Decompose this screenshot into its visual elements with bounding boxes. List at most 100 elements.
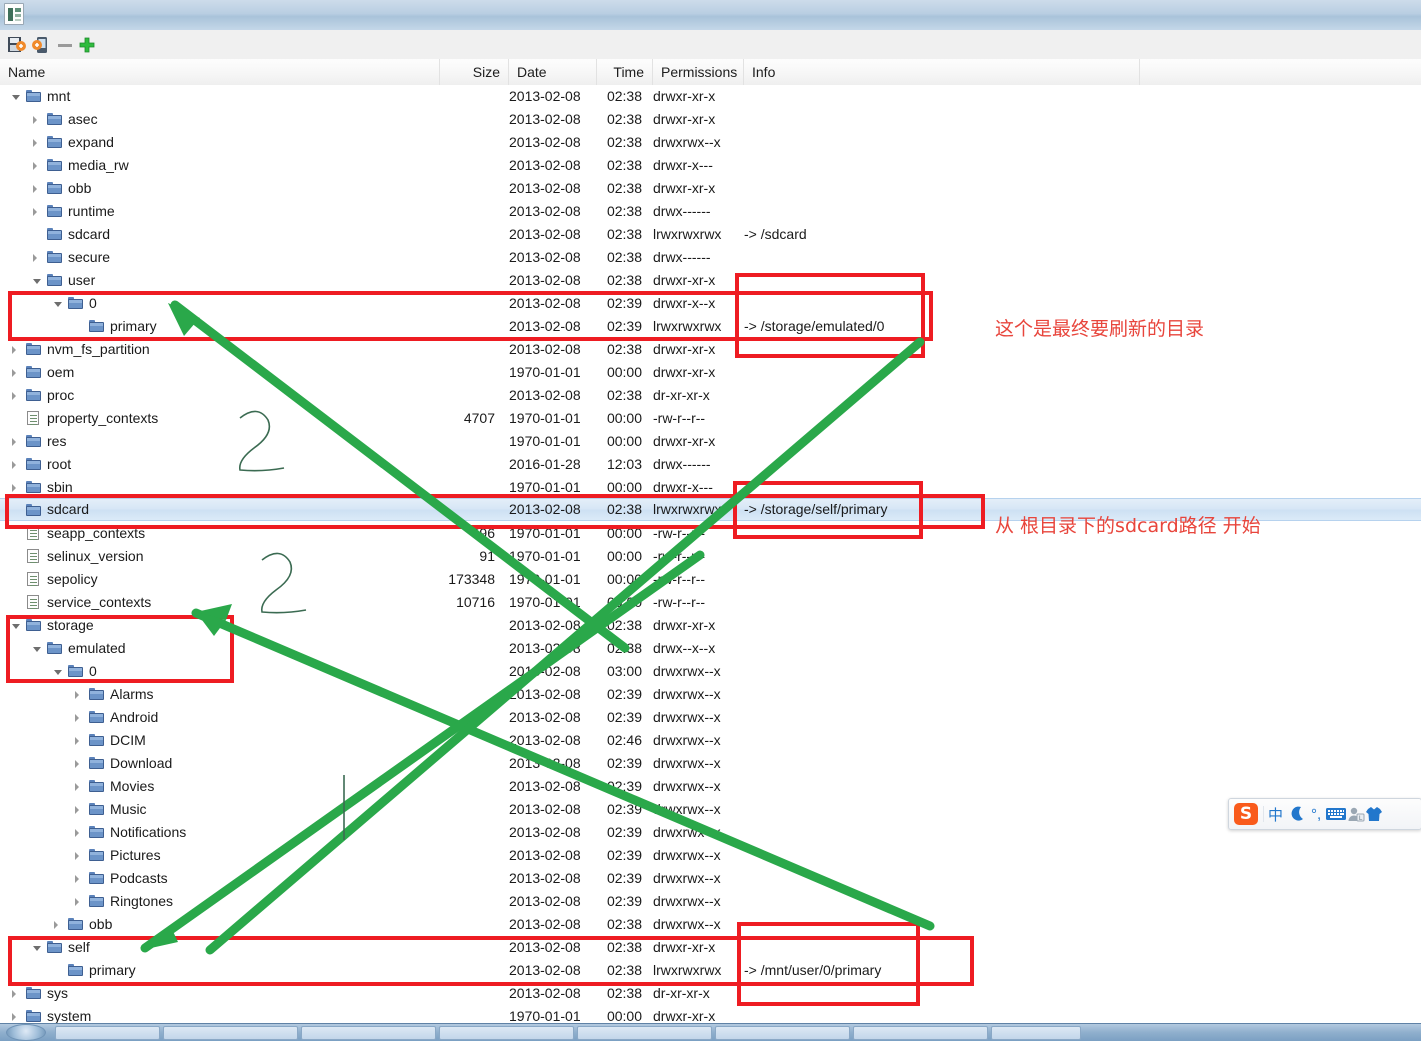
push-to-device-icon[interactable] [30,34,52,56]
taskbar-item[interactable] [853,1026,988,1040]
chevron-down-icon[interactable] [54,670,62,675]
taskbar-item[interactable] [55,1026,160,1040]
file-tree-list[interactable]: mnt 2013-02-08 02:38 drwxr-xr-x asec 2013-02-… [0,85,1421,1024]
row-name-cell[interactable]: obb [0,913,440,936]
row-name-cell[interactable]: sdcard [0,499,440,520]
sogou-input-method-bar[interactable]: S 中 °, L [1228,798,1421,830]
skin-icon[interactable] [1365,799,1383,829]
row-name-cell[interactable]: sdcard [0,223,440,246]
column-header-info[interactable]: Info [744,59,1140,85]
keyboard-icon[interactable] [1325,799,1347,829]
column-header-permissions[interactable]: Permissions [653,59,744,85]
row-name-cell[interactable]: DCIM [0,729,440,752]
table-row[interactable]: Podcasts 2013-02-08 02:39 drwxrwx--x [0,867,1421,890]
row-name-cell[interactable]: Podcasts [0,867,440,890]
row-name-cell[interactable]: seapp_contexts [0,522,440,545]
table-row[interactable]: sdcard 2013-02-08 02:38 lrwxrwxrwx -> /sdcar… [0,223,1421,246]
table-row[interactable]: runtime 2013-02-08 02:38 drwx------ [0,200,1421,223]
row-name-cell[interactable]: nvm_fs_partition [0,338,440,361]
table-row[interactable]: proc 2013-02-08 02:38 dr-xr-xr-x [0,384,1421,407]
row-name-cell[interactable]: primary [0,959,440,982]
chevron-right-icon[interactable] [12,990,16,998]
row-name-cell[interactable]: self [0,936,440,959]
table-row[interactable]: 0 2013-02-08 02:39 drwxr-x--x [0,292,1421,315]
table-row[interactable]: sbin 1970-01-01 00:00 drwxr-x--- [0,476,1421,499]
chevron-down-icon[interactable] [12,624,20,629]
start-button[interactable] [6,1024,46,1041]
table-row[interactable]: media_rw 2013-02-08 02:38 drwxr-x--- [0,154,1421,177]
chevron-right-icon[interactable] [75,898,79,906]
taskbar-item[interactable] [439,1026,574,1040]
table-row[interactable]: sepolicy 173348 1970-01-01 00:00 -rw-r--r-- [0,568,1421,591]
row-name-cell[interactable]: emulated [0,637,440,660]
table-row[interactable]: DCIM 2013-02-08 02:46 drwxrwx--x [0,729,1421,752]
table-row[interactable]: sys 2013-02-08 02:38 dr-xr-xr-x [0,982,1421,1005]
punctuation-icon[interactable]: °, [1307,799,1325,829]
row-name-cell[interactable]: sepolicy [0,568,440,591]
chevron-right-icon[interactable] [33,185,37,193]
table-row[interactable]: Download 2013-02-08 02:39 drwxrwx--x [0,752,1421,775]
row-name-cell[interactable]: Ringtones [0,890,440,913]
table-row[interactable]: secure 2013-02-08 02:38 drwx------ [0,246,1421,269]
taskbar-item[interactable] [715,1026,850,1040]
taskbar-item[interactable] [301,1026,436,1040]
chinese-mode-icon[interactable]: 中 [1264,799,1287,829]
chevron-right-icon[interactable] [75,691,79,699]
row-name-cell[interactable]: Android [0,706,440,729]
chevron-right-icon[interactable] [12,1013,16,1021]
row-name-cell[interactable]: runtime [0,200,440,223]
chevron-down-icon[interactable] [33,946,41,951]
table-row[interactable]: storage 2013-02-08 02:38 drwxr-xr-x [0,614,1421,637]
chevron-down-icon[interactable] [12,95,20,100]
row-name-cell[interactable]: storage [0,614,440,637]
row-name-cell[interactable]: Notifications [0,821,440,844]
row-name-cell[interactable]: res [0,430,440,453]
column-header-time[interactable]: Time [597,59,653,85]
table-row[interactable]: primary 2013-02-08 02:38 lrwxrwxrwx -> /mnt/… [0,959,1421,982]
table-row[interactable]: obb 2013-02-08 02:38 drwxrwx--x [0,913,1421,936]
row-name-cell[interactable]: 0 [0,292,440,315]
chevron-down-icon[interactable] [33,279,41,284]
table-row[interactable]: property_contexts 4707 1970-01-01 00:00 -rw-… [0,407,1421,430]
chevron-right-icon[interactable] [12,369,16,377]
chevron-right-icon[interactable] [33,254,37,262]
table-row[interactable]: root 2016-01-28 12:03 drwx------ [0,453,1421,476]
chevron-right-icon[interactable] [33,116,37,124]
delete-minus-icon[interactable] [54,34,76,56]
taskbar-item[interactable] [991,1026,1081,1040]
chevron-right-icon[interactable] [33,208,37,216]
row-name-cell[interactable]: secure [0,246,440,269]
chevron-down-icon[interactable] [33,647,41,652]
row-name-cell[interactable]: user [0,269,440,292]
row-name-cell[interactable]: mnt [0,85,440,108]
taskbar-item[interactable] [577,1026,712,1040]
row-name-cell[interactable]: obb [0,177,440,200]
save-to-pc-icon[interactable] [6,34,28,56]
table-row[interactable]: primary 2013-02-08 02:39 lrwxrwxrwx -> /stor… [0,315,1421,338]
column-header-date[interactable]: Date [509,59,597,85]
table-row[interactable]: mnt 2013-02-08 02:38 drwxr-xr-x [0,85,1421,108]
row-name-cell[interactable]: media_rw [0,154,440,177]
chevron-right-icon[interactable] [12,392,16,400]
table-row[interactable]: res 1970-01-01 00:00 drwxr-xr-x [0,430,1421,453]
chevron-right-icon[interactable] [54,921,58,929]
row-name-cell[interactable]: sbin [0,476,440,499]
sogou-logo-icon[interactable]: S [1229,799,1263,829]
row-name-cell[interactable]: Movies [0,775,440,798]
row-name-cell[interactable]: Music [0,798,440,821]
taskbar-item[interactable] [163,1026,298,1040]
chevron-right-icon[interactable] [75,737,79,745]
row-name-cell[interactable]: property_contexts [0,407,440,430]
table-row[interactable]: service_contexts 10716 1970-01-01 00:00 -rw-… [0,591,1421,614]
chevron-right-icon[interactable] [75,714,79,722]
table-row[interactable]: user 2013-02-08 02:38 drwxr-xr-x [0,269,1421,292]
table-row[interactable]: 0 2013-02-08 03:00 drwxrwx--x [0,660,1421,683]
chevron-right-icon[interactable] [75,852,79,860]
table-row[interactable]: Music 2013-02-08 02:39 drwxrwx--x [0,798,1421,821]
row-name-cell[interactable]: selinux_version [0,545,440,568]
user-icon[interactable]: L [1347,799,1365,829]
windows-taskbar[interactable] [0,1023,1421,1041]
chevron-right-icon[interactable] [12,346,16,354]
chevron-right-icon[interactable] [33,139,37,147]
chevron-right-icon[interactable] [75,875,79,883]
